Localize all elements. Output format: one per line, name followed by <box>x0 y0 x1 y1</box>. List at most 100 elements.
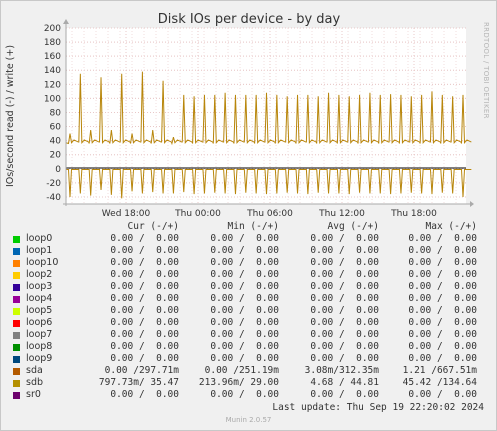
legend-row-loop1: loop1 0.00 / 0.00 0.00 / 0.00 0.00 / 0.00 0.… <box>0 245 497 257</box>
legend-max: 0.00 / 0.00 <box>408 317 477 328</box>
y-tick-label: 40 <box>50 137 62 147</box>
header-avg: Avg (-/+) <box>327 221 379 232</box>
legend-name: sr0 <box>26 389 41 400</box>
y-tick-labels: -40 -20 0 20 40 60 80 100 120 140 160 180 200 <box>44 24 61 203</box>
rrdtool-credit: RRDTOOL / TOBI OETIKER <box>482 22 490 119</box>
legend-max: 0.00 / 0.00 <box>408 281 477 292</box>
legend-swatch <box>13 308 20 315</box>
legend-name: loop10 <box>26 257 59 268</box>
legend-max: 0.00 / 0.00 <box>408 293 477 304</box>
legend-cur: 0.00 /297.71m <box>104 365 179 376</box>
legend-row-loop6: loop6 0.00 / 0.00 0.00 / 0.00 0.00 / 0.00 0.… <box>0 317 497 329</box>
legend-min: 0.00 / 0.00 <box>210 233 279 244</box>
x-tick-label: Thu 06:00 <box>246 209 293 219</box>
legend-row-sr0: sr0 0.00 / 0.00 0.00 / 0.00 0.00 / 0.00 0.00… <box>0 389 497 401</box>
legend-max: 0.00 / 0.00 <box>408 245 477 256</box>
y-tick-label: -20 <box>46 179 61 189</box>
legend-name: loop9 <box>26 353 53 364</box>
legend-avg: 0.00 / 0.00 <box>310 257 379 268</box>
legend-min: 0.00 / 0.00 <box>210 281 279 292</box>
legend-row-loop10: loop10 0.00 / 0.00 0.00 / 0.00 0.00 / 0.00 0… <box>0 257 497 269</box>
chart-title: Disk IOs per device - by day <box>158 12 341 27</box>
legend-cur: 0.00 / 0.00 <box>110 293 179 304</box>
legend-swatch <box>13 236 20 243</box>
legend-min: 0.00 / 0.00 <box>210 329 279 340</box>
y-tick-label: 0 <box>55 165 61 175</box>
legend-cur: 0.00 / 0.00 <box>110 281 179 292</box>
y-tick-label: 200 <box>44 24 61 34</box>
legend-cur: 0.00 / 0.00 <box>110 389 179 400</box>
legend-avg: 0.00 / 0.00 <box>310 353 379 364</box>
munin-version: Munin 2.0.57 <box>225 416 272 424</box>
header-cur: Cur (-/+) <box>127 221 179 232</box>
legend-max: 1.21 /667.51m <box>402 365 477 376</box>
legend-cur: 0.00 / 0.00 <box>110 245 179 256</box>
y-tick-label: -40 <box>46 193 61 203</box>
legend-row-loop7: loop7 0.00 / 0.00 0.00 / 0.00 0.00 / 0.00 0.… <box>0 329 497 341</box>
legend-max: 0.00 / 0.00 <box>408 341 477 352</box>
legend-min: 0.00 / 0.00 <box>210 257 279 268</box>
legend-swatch <box>13 284 20 291</box>
header-min: Min (-/+) <box>227 221 279 232</box>
legend-cur: 0.00 / 0.00 <box>110 317 179 328</box>
legend-name: loop4 <box>26 293 53 304</box>
y-axis-arrow <box>63 19 69 24</box>
legend-avg: 3.08m/312.35m <box>304 365 379 376</box>
legend-swatch <box>13 272 20 279</box>
legend-swatch <box>13 260 20 267</box>
legend-avg: 0.00 / 0.00 <box>310 341 379 352</box>
y-tick-label: 160 <box>44 52 61 62</box>
legend-min: 0.00 / 0.00 <box>210 269 279 280</box>
legend-max: 0.00 / 0.00 <box>408 353 477 364</box>
legend: Cur (-/+) Min (-/+) Avg (-/+) Max (-/+) … <box>0 221 497 401</box>
legend-row-loop4: loop4 0.00 / 0.00 0.00 / 0.00 0.00 / 0.00 0.… <box>0 293 497 305</box>
legend-min: 0.00 / 0.00 <box>210 305 279 316</box>
y-tick-label: 100 <box>44 94 61 104</box>
legend-name: loop6 <box>26 317 53 328</box>
legend-swatch <box>13 368 20 375</box>
legend-header: Cur (-/+) Min (-/+) Avg (-/+) Max (-/+) <box>0 221 497 233</box>
legend-row-sda: sda 0.00 /297.71m 0.00 /251.19m 3.08m/312.3… <box>0 365 497 377</box>
legend-cur: 0.00 / 0.00 <box>110 305 179 316</box>
legend-cur: 0.00 / 0.00 <box>110 233 179 244</box>
y-tick-label: 180 <box>44 38 61 48</box>
legend-name: loop0 <box>26 233 53 244</box>
legend-row-loop8: loop8 0.00 / 0.00 0.00 / 0.00 0.00 / 0.00 0.… <box>0 341 497 353</box>
legend-avg: 0.00 / 0.00 <box>310 281 379 292</box>
legend-name: loop8 <box>26 341 53 352</box>
x-axis-arrow <box>470 201 474 207</box>
header-max: Max (-/+) <box>425 221 477 232</box>
legend-row-sdb: sdb 797.73m/ 35.47 213.96m/ 29.00 4.68 / 44… <box>0 377 497 389</box>
y-axis-label: IOs/second read (-) / write (+) <box>5 45 16 187</box>
legend-row-loop9: loop9 0.00 / 0.00 0.00 / 0.00 0.00 / 0.00 0.… <box>0 353 497 365</box>
legend-name: sdb <box>26 377 44 388</box>
legend-name: loop3 <box>26 281 53 292</box>
legend-swatch <box>13 320 20 327</box>
y-tick-label: 120 <box>44 80 61 90</box>
disk-io-chart: Disk IOs per device - by day IOs/second … <box>5 12 490 219</box>
legend-name: loop2 <box>26 269 53 280</box>
legend-cur: 0.00 / 0.00 <box>110 269 179 280</box>
legend-min: 213.96m/ 29.00 <box>198 377 279 388</box>
legend-avg: 0.00 / 0.00 <box>310 317 379 328</box>
y-tick-label: 140 <box>44 66 61 76</box>
legend-avg: 0.00 / 0.00 <box>310 269 379 280</box>
legend-cur: 0.00 / 0.00 <box>110 353 179 364</box>
legend-cur: 0.00 / 0.00 <box>110 329 179 340</box>
legend-min: 0.00 / 0.00 <box>210 353 279 364</box>
legend-name: loop5 <box>26 305 53 316</box>
x-tick-label: Thu 00:00 <box>174 209 221 219</box>
legend-max: 0.00 / 0.00 <box>408 269 477 280</box>
legend-min: 0.00 / 0.00 <box>210 341 279 352</box>
legend-swatch <box>13 392 20 399</box>
y-tick-label: 60 <box>50 123 62 133</box>
legend-max: 0.00 / 0.00 <box>408 233 477 244</box>
x-tick-labels: Wed 18:00 Thu 00:00 Thu 06:00 Thu 12:00 Thu … <box>102 209 437 219</box>
legend-max: 0.00 / 0.00 <box>408 305 477 316</box>
legend-min: 0.00 / 0.00 <box>210 389 279 400</box>
y-tick-label: 80 <box>50 108 62 118</box>
legend-swatch <box>13 248 20 255</box>
legend-avg: 4.68 / 44.81 <box>310 377 379 388</box>
legend-max: 0.00 / 0.00 <box>408 329 477 340</box>
x-tick-label: Wed 18:00 <box>102 209 151 219</box>
